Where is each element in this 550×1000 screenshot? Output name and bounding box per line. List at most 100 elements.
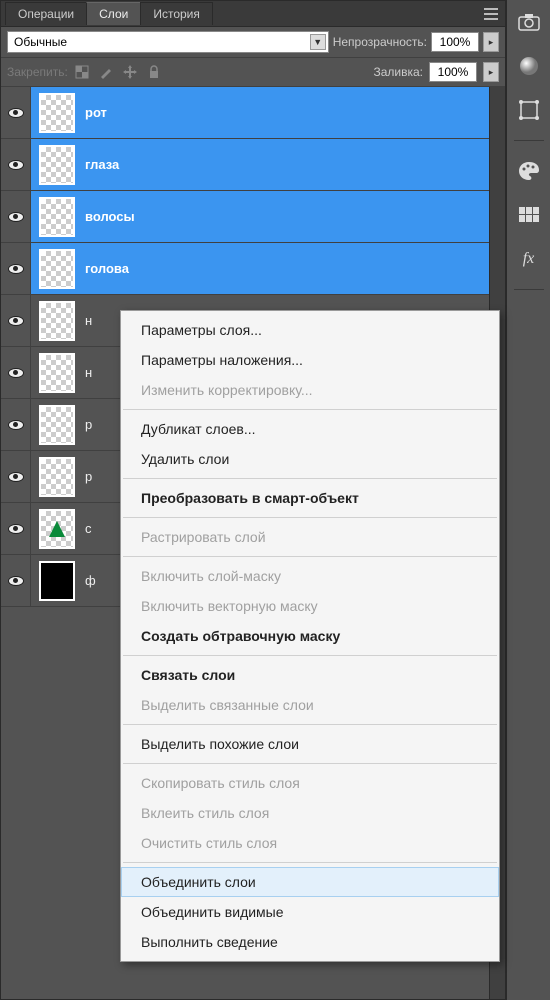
layer-thumbnail[interactable]	[39, 197, 75, 237]
layer-name-label[interactable]: волосы	[85, 209, 135, 224]
layer-thumbnail[interactable]	[39, 93, 75, 133]
layer-name-label[interactable]: н	[85, 365, 92, 380]
eye-icon	[8, 316, 24, 326]
eye-icon	[8, 576, 24, 586]
camera-icon[interactable]	[513, 6, 545, 38]
layer-thumbnail[interactable]	[39, 509, 75, 549]
ctx-duplicate-layers[interactable]: Дубликат слоев...	[121, 414, 499, 444]
ctx-separator	[123, 724, 497, 725]
layer-row[interactable]: голова	[1, 243, 489, 295]
layer-visibility-toggle[interactable]	[1, 243, 31, 294]
ctx-create-clipping-mask[interactable]: Создать обтравочную маску	[121, 621, 499, 651]
ctx-separator	[123, 478, 497, 479]
ctx-separator	[123, 763, 497, 764]
ctx-flatten-image[interactable]: Выполнить сведение	[121, 927, 499, 957]
blend-mode-value: Обычные	[14, 35, 67, 49]
layer-thumbnail[interactable]	[39, 561, 75, 601]
panel-tabs: Операции Слои История	[1, 1, 505, 27]
ctx-merge-layers[interactable]: Объединить слои	[121, 867, 499, 897]
fx-icon[interactable]: fx	[513, 243, 545, 275]
eye-icon	[8, 420, 24, 430]
layer-name-label[interactable]: голова	[85, 261, 129, 276]
layer-body[interactable]: волосы	[31, 191, 489, 242]
layer-thumbnail[interactable]	[39, 353, 75, 393]
ctx-select-similar[interactable]: Выделить похожие слои	[121, 729, 499, 759]
ctx-layer-properties[interactable]: Параметры слоя...	[121, 315, 499, 345]
lock-icons-group	[74, 64, 162, 80]
eye-icon	[8, 472, 24, 482]
ctx-blend-options[interactable]: Параметры наложения...	[121, 345, 499, 375]
layer-name-label[interactable]: р	[85, 469, 92, 484]
tree-icon	[49, 521, 65, 537]
opacity-flyout-icon[interactable]: ▸	[483, 32, 499, 52]
fill-label: Заливка:	[373, 65, 423, 79]
layer-visibility-toggle[interactable]	[1, 503, 31, 554]
layer-name-label[interactable]: с	[85, 521, 92, 536]
layer-visibility-toggle[interactable]	[1, 399, 31, 450]
swatches-icon[interactable]	[513, 199, 545, 231]
ctx-merge-visible[interactable]: Объединить видимые	[121, 897, 499, 927]
layer-body[interactable]: глаза	[31, 139, 489, 190]
layer-name-label[interactable]: глаза	[85, 157, 119, 172]
layer-visibility-toggle[interactable]	[1, 555, 31, 606]
opacity-input[interactable]: 100%	[431, 32, 479, 52]
blend-mode-select[interactable]: Обычные ▼	[7, 31, 329, 53]
lock-pixels-icon[interactable]	[74, 64, 90, 80]
palette-icon[interactable]	[513, 155, 545, 187]
ctx-copy-layer-style: Скопировать стиль слоя	[121, 768, 499, 798]
layer-visibility-toggle[interactable]	[1, 295, 31, 346]
layer-thumbnail[interactable]	[39, 405, 75, 445]
layer-visibility-toggle[interactable]	[1, 347, 31, 398]
layer-visibility-toggle[interactable]	[1, 87, 31, 138]
lock-brush-icon[interactable]	[98, 64, 114, 80]
ctx-enable-vector-mask: Включить векторную маску	[121, 591, 499, 621]
lock-move-icon[interactable]	[122, 64, 138, 80]
layer-context-menu: Параметры слоя... Параметры наложения...…	[120, 310, 500, 962]
fill-flyout-icon[interactable]: ▸	[483, 62, 499, 82]
ctx-separator	[123, 517, 497, 518]
eye-icon	[8, 212, 24, 222]
layer-row[interactable]: волосы	[1, 191, 489, 243]
fill-input[interactable]: 100%	[429, 62, 477, 82]
blend-opacity-row: Обычные ▼ Непрозрачность: 100% ▸	[1, 27, 505, 58]
shape-tool-icon[interactable]	[513, 94, 545, 126]
layer-name-label[interactable]: р	[85, 417, 92, 432]
layer-name-label[interactable]: ф	[85, 573, 96, 588]
layer-name-label[interactable]: рот	[85, 105, 107, 120]
tab-layers[interactable]: Слои	[86, 2, 141, 25]
ctx-separator	[123, 556, 497, 557]
ctx-link-layers[interactable]: Связать слои	[121, 660, 499, 690]
layer-visibility-toggle[interactable]	[1, 451, 31, 502]
ctx-separator	[123, 862, 497, 863]
layer-visibility-toggle[interactable]	[1, 191, 31, 242]
lock-all-icon[interactable]	[146, 64, 162, 80]
lock-fill-row: Закрепить: Заливка: 100% ▸	[1, 58, 505, 87]
sphere-icon[interactable]	[513, 50, 545, 82]
eye-icon	[8, 160, 24, 170]
ctx-edit-adjustment: Изменить корректировку...	[121, 375, 499, 405]
eye-icon	[8, 264, 24, 274]
ctx-rasterize-layer: Растрировать слой	[121, 522, 499, 552]
tab-history[interactable]: История	[140, 2, 213, 25]
opacity-label: Непрозрачность:	[333, 35, 427, 49]
ctx-select-linked: Выделить связанные слои	[121, 690, 499, 720]
layer-thumbnail[interactable]	[39, 145, 75, 185]
eye-icon	[8, 368, 24, 378]
ctx-delete-layers[interactable]: Удалить слои	[121, 444, 499, 474]
layer-body[interactable]: голова	[31, 243, 489, 294]
panel-menu-icon[interactable]	[481, 6, 501, 22]
eye-icon	[8, 524, 24, 534]
ctx-separator	[123, 655, 497, 656]
layer-thumbnail[interactable]	[39, 301, 75, 341]
layer-visibility-toggle[interactable]	[1, 139, 31, 190]
tab-operations[interactable]: Операции	[5, 2, 87, 25]
layer-name-label[interactable]: н	[85, 313, 92, 328]
dropdown-icon[interactable]: ▼	[310, 34, 326, 50]
layer-thumbnail[interactable]	[39, 457, 75, 497]
layer-row[interactable]: глаза	[1, 139, 489, 191]
layer-thumbnail[interactable]	[39, 249, 75, 289]
layer-body[interactable]: рот	[31, 87, 489, 138]
ctx-convert-smart-object[interactable]: Преобразовать в смарт-объект	[121, 483, 499, 513]
ctx-separator	[123, 409, 497, 410]
layer-row[interactable]: рот	[1, 87, 489, 139]
